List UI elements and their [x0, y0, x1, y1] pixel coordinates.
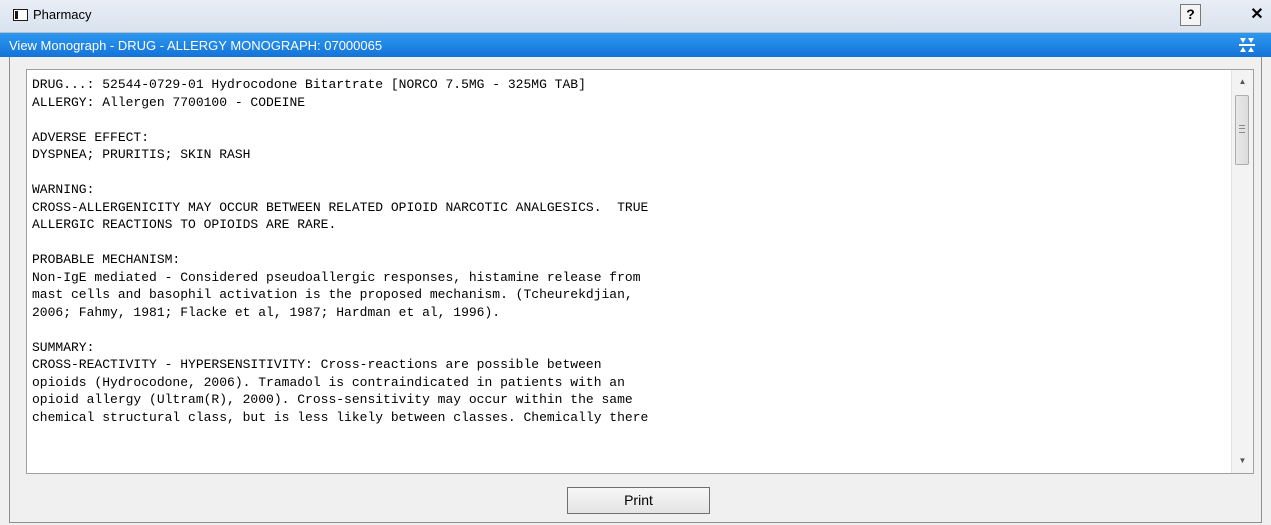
monograph-line: DYSPNEA; PRURITIS; SKIN RASH — [32, 147, 251, 162]
scroll-thumb[interactable] — [1235, 95, 1249, 165]
monograph-line: SUMMARY: — [32, 339, 95, 355]
monograph-line: ALLERGY: Allergen 7700100 - CODEINE — [32, 94, 306, 110]
monograph-line: DRUG...: 52544-0729-01 Hydrocodone Bitar… — [32, 77, 586, 92]
vertical-scrollbar[interactable]: ▲ ▼ — [1231, 70, 1253, 473]
scroll-down-arrow-icon[interactable]: ▼ — [1232, 451, 1253, 471]
monograph-text-area[interactable]: DRUG...: 52544-0729-01 Hydrocodone Bitar… — [26, 69, 1254, 474]
close-button[interactable]: ✕ — [1247, 4, 1267, 26]
monograph-text: DRUG...: 52544-0729-01 Hydrocodone Bitar… — [32, 76, 1222, 426]
monograph-line: chemical structural class, but is less l… — [32, 409, 649, 425]
dialog-title: View Monograph - DRUG - ALLERGY MONOGRAP… — [9, 38, 383, 53]
monograph-line: mast cells and basophil activation is th… — [32, 287, 633, 302]
monograph-line: CROSS-ALLERGENICITY MAY OCCUR BETWEEN RE… — [32, 199, 649, 215]
grip-icon — [1239, 125, 1245, 133]
window-title: Pharmacy — [33, 7, 92, 22]
dialog-header: View Monograph - DRUG - ALLERGY MONOGRAP… — [0, 33, 1271, 57]
monograph-line: WARNING: — [32, 182, 95, 197]
monograph-line: ALLERGIC REACTIONS TO OPIOIDS ARE RARE. — [32, 217, 337, 232]
title-bar: Pharmacy ? ✕ — [0, 0, 1271, 33]
help-button[interactable]: ? — [1180, 4, 1201, 26]
monograph-line: PROBABLE MECHANISM: — [32, 252, 181, 267]
collapse-arrows-icon[interactable] — [1238, 36, 1256, 54]
monograph-line: opioids (Hydrocodone, 2006). Tramadol is… — [32, 374, 625, 390]
monograph-line: CROSS-REACTIVITY - HYPERSENSITIVITY: Cro… — [32, 357, 602, 372]
print-button[interactable]: Print — [567, 487, 710, 514]
app-window-icon — [13, 9, 28, 21]
monograph-line: opioid allergy (Ultram(R), 2000). Cross-… — [32, 392, 633, 407]
scroll-up-arrow-icon[interactable]: ▲ — [1232, 72, 1253, 92]
monograph-line: ADVERSE EFFECT: — [32, 129, 150, 145]
monograph-line: 2006; Fahmy, 1981; Flacke et al, 1987; H… — [32, 304, 501, 320]
monograph-line: Non-IgE mediated - Considered pseudoalle… — [32, 269, 641, 285]
